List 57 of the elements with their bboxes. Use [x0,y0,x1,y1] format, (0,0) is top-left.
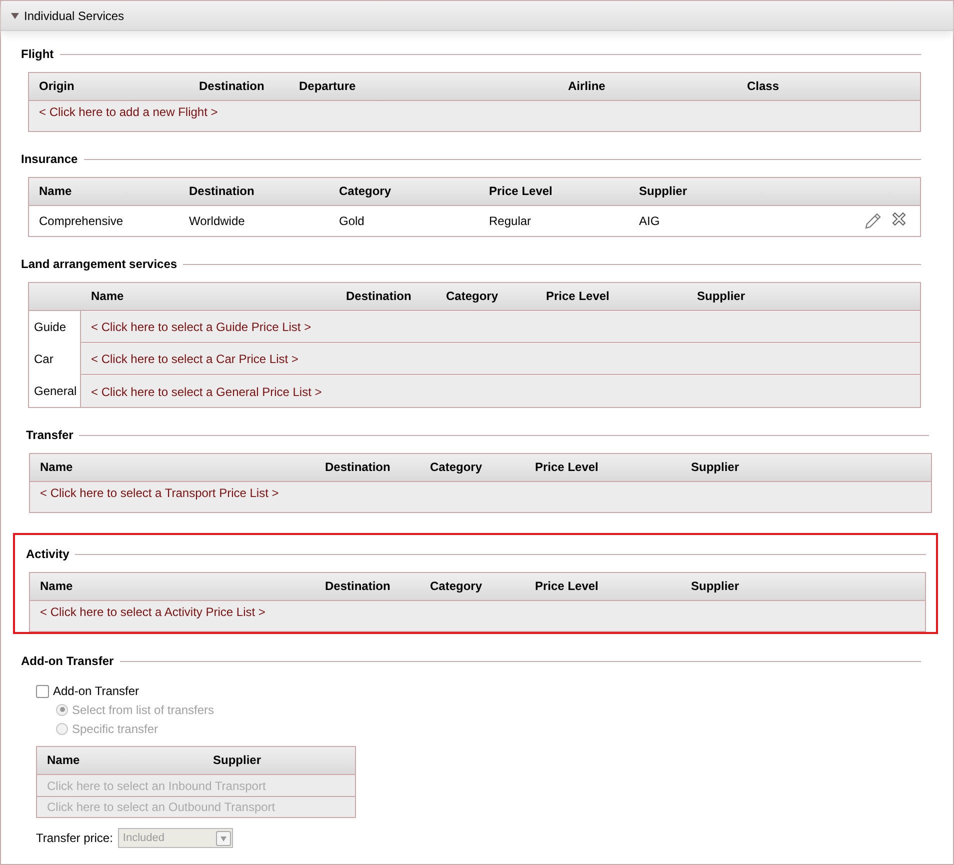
table-cell-text: Regular [488,213,532,230]
row-label: Guide [34,319,66,336]
add-link[interactable]: < Click here to add a new Flight > [29,103,920,121]
column-header: Price Level [534,459,600,476]
add-link[interactable]: < Click here to select a Activity Price List > [30,603,925,621]
section-title: Add-on Transfer [21,653,114,670]
column-header: Price Level [488,183,554,200]
column-header: Category [429,578,484,595]
column-header: Supplier [638,183,688,200]
section-title: Activity [26,546,70,563]
column-header: Supplier [690,459,740,476]
column-header: Supplier [696,288,746,305]
panel-title: Individual Services [24,8,124,24]
column-header: Category [445,288,500,305]
radio-label: Select from list of transfers [72,702,214,718]
column-header: Airline [567,78,606,95]
column-header: Name [39,459,74,476]
add-link[interactable]: < Click here to select a Transport Price List > [30,484,931,502]
select-link[interactable]: < Click here to select a Guide Price List > [91,318,312,336]
section-title: Transfer [26,427,74,444]
column-header: Destination [324,578,392,595]
radio-label: Specific transfer [72,720,158,738]
column-header: Category [338,183,392,200]
section-title: Flight [21,46,54,63]
column-header: Name [46,752,81,769]
checkbox[interactable] [36,684,49,698]
checkbox-label: Add-on Transfer [53,683,140,700]
column-header: Name [38,183,73,200]
table-cell-text: Worldwide [188,213,246,230]
table-cell-text: Gold [338,213,366,230]
column-header: Departure [298,78,357,95]
column-header: Destination [188,183,256,200]
column-header: Price Level [545,288,610,305]
field-label: Transfer price: [36,830,113,847]
edit-icon[interactable] [864,212,882,230]
column-header: Origin [38,78,76,95]
caret-down-icon [11,12,19,18]
column-header: Name [39,578,74,595]
column-header: Price Level [534,578,600,595]
column-header: Destination [324,459,392,476]
panel-header[interactable]: Individual Services [1,1,953,31]
table-cell-text: Comprehensive [38,213,124,230]
column-header: Supplier [212,752,262,769]
section-title: Insurance [21,151,78,168]
select-link[interactable]: < Click here to select a Car Price List > [91,350,298,368]
column-header: Supplier [690,578,740,595]
column-header: Class [746,78,780,95]
column-header: Name [90,288,125,305]
row-label: General [34,383,77,400]
column-header: Destination [345,288,412,305]
delete-icon[interactable] [892,212,906,226]
table-cell-text: AIG [638,213,661,230]
column-header: Category [429,459,484,476]
row-label: Car [34,351,54,368]
select-link[interactable]: < Click here to select a General Price List > [91,382,322,400]
column-header: Destination [198,78,266,95]
section-title: Land arrangement services [21,256,178,273]
